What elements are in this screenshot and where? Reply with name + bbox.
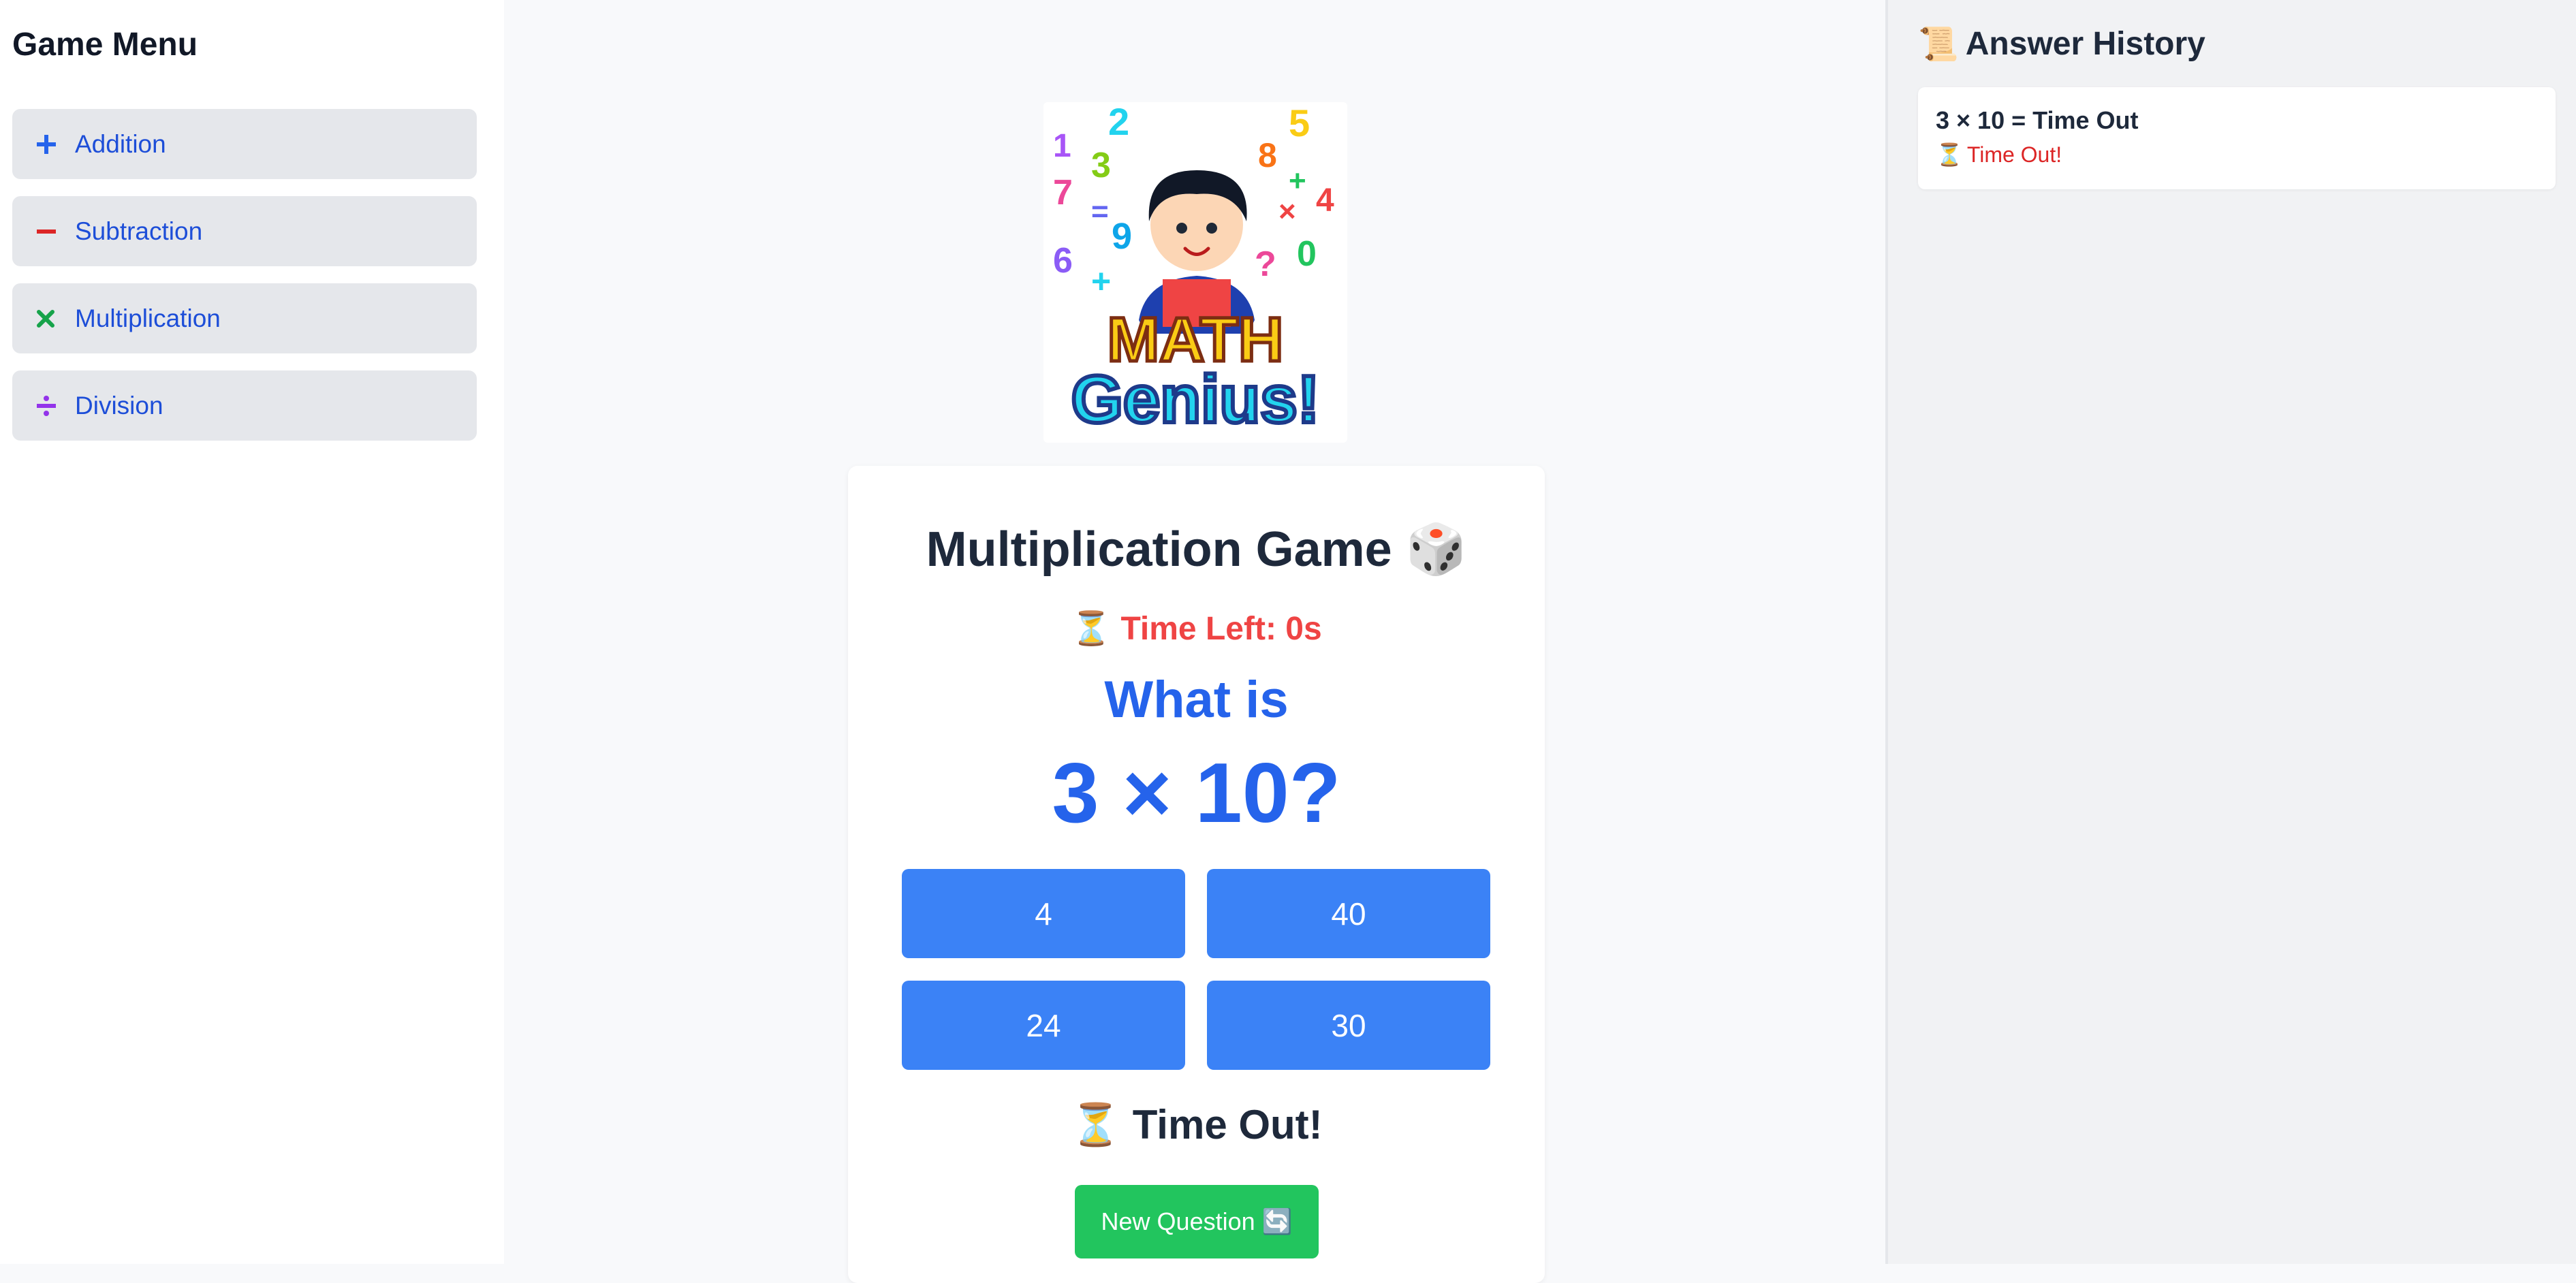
svg-text:5: 5 [1289, 102, 1310, 144]
game-card: Multiplication Game 🎲 ⏳ Time Left: 0s Wh… [848, 466, 1545, 1283]
sidebar-item-addition[interactable]: Addition [12, 109, 477, 179]
hourglass-icon: ⏳ [1936, 142, 1963, 168]
divide-icon [35, 392, 75, 419]
history-status-text: Time Out! [1966, 142, 2062, 167]
plus-icon [35, 131, 75, 158]
answer-button[interactable]: 24 [902, 981, 1185, 1070]
history-title-text: Answer History [1965, 26, 2205, 62]
answer-button[interactable]: 40 [1207, 869, 1490, 958]
new-question-button[interactable]: New Question 🔄 [1075, 1185, 1319, 1258]
history-entry: 3 × 10 = Time Out ⏳ Time Out! [1918, 87, 2556, 189]
sidebar-item-label: Addition [75, 129, 166, 158]
history-title: 📜 Answer History [1918, 25, 2205, 63]
scroll-icon: 📜 [1918, 25, 1959, 63]
sidebar-item-multiplication[interactable]: Multiplication [12, 283, 477, 353]
logo-line2: Genius! [1071, 362, 1320, 437]
timer-text: Time Left: 0s [1120, 611, 1322, 647]
svg-text:2: 2 [1108, 102, 1129, 143]
svg-text:6: 6 [1053, 241, 1073, 281]
game-title: Multiplication Game 🎲 [926, 522, 1467, 577]
svg-text:3: 3 [1091, 146, 1111, 185]
minus-icon [35, 218, 75, 245]
history-status: ⏳ Time Out! [1936, 142, 2538, 168]
svg-text:+: + [1091, 262, 1111, 300]
math-genius-logo: 1 2 3 7 6 9 5 8 4 0 ? + × = + MATH Geniu… [1043, 102, 1347, 443]
question-prefix: What is [1104, 671, 1289, 729]
svg-text:×: × [1278, 195, 1296, 228]
svg-text:?: ? [1255, 244, 1276, 284]
svg-text:=: = [1091, 195, 1109, 228]
svg-text:7: 7 [1053, 173, 1073, 212]
answer-history-panel: 📜 Answer History 3 × 10 = Time Out ⏳ Tim… [1885, 0, 2576, 1264]
sidebar-item-label: Subtraction [75, 217, 203, 245]
svg-text:9: 9 [1112, 216, 1132, 257]
history-equation: 3 × 10 = Time Out [1936, 106, 2139, 134]
sidebar-item-label: Multiplication [75, 304, 221, 332]
svg-text:0: 0 [1297, 234, 1317, 274]
sidebar-item-label: Division [75, 391, 163, 419]
times-icon [35, 305, 75, 332]
result-text: Time Out! [1132, 1102, 1323, 1147]
timer: ⏳ Time Left: 0s [848, 609, 1545, 648]
sidebar-item-division[interactable]: Division [12, 370, 477, 441]
svg-text:8: 8 [1258, 136, 1277, 174]
question-text: 3 × 10? [1052, 746, 1341, 840]
answer-button[interactable]: 30 [1207, 981, 1490, 1070]
result-message: ⏳ Time Out! [848, 1100, 1545, 1149]
sidebar-title: Game Menu [12, 27, 198, 63]
svg-text:4: 4 [1316, 183, 1334, 219]
svg-text:+: + [1289, 164, 1306, 197]
answer-button[interactable]: 4 [902, 869, 1185, 958]
sidebar-item-subtraction[interactable]: Subtraction [12, 196, 477, 266]
hourglass-icon: ⏳ [1070, 1101, 1122, 1149]
hourglass-icon: ⏳ [1071, 609, 1112, 648]
svg-text:1: 1 [1053, 128, 1071, 164]
sidebar: Game Menu Addition Subtraction Multiplic… [0, 0, 504, 1264]
